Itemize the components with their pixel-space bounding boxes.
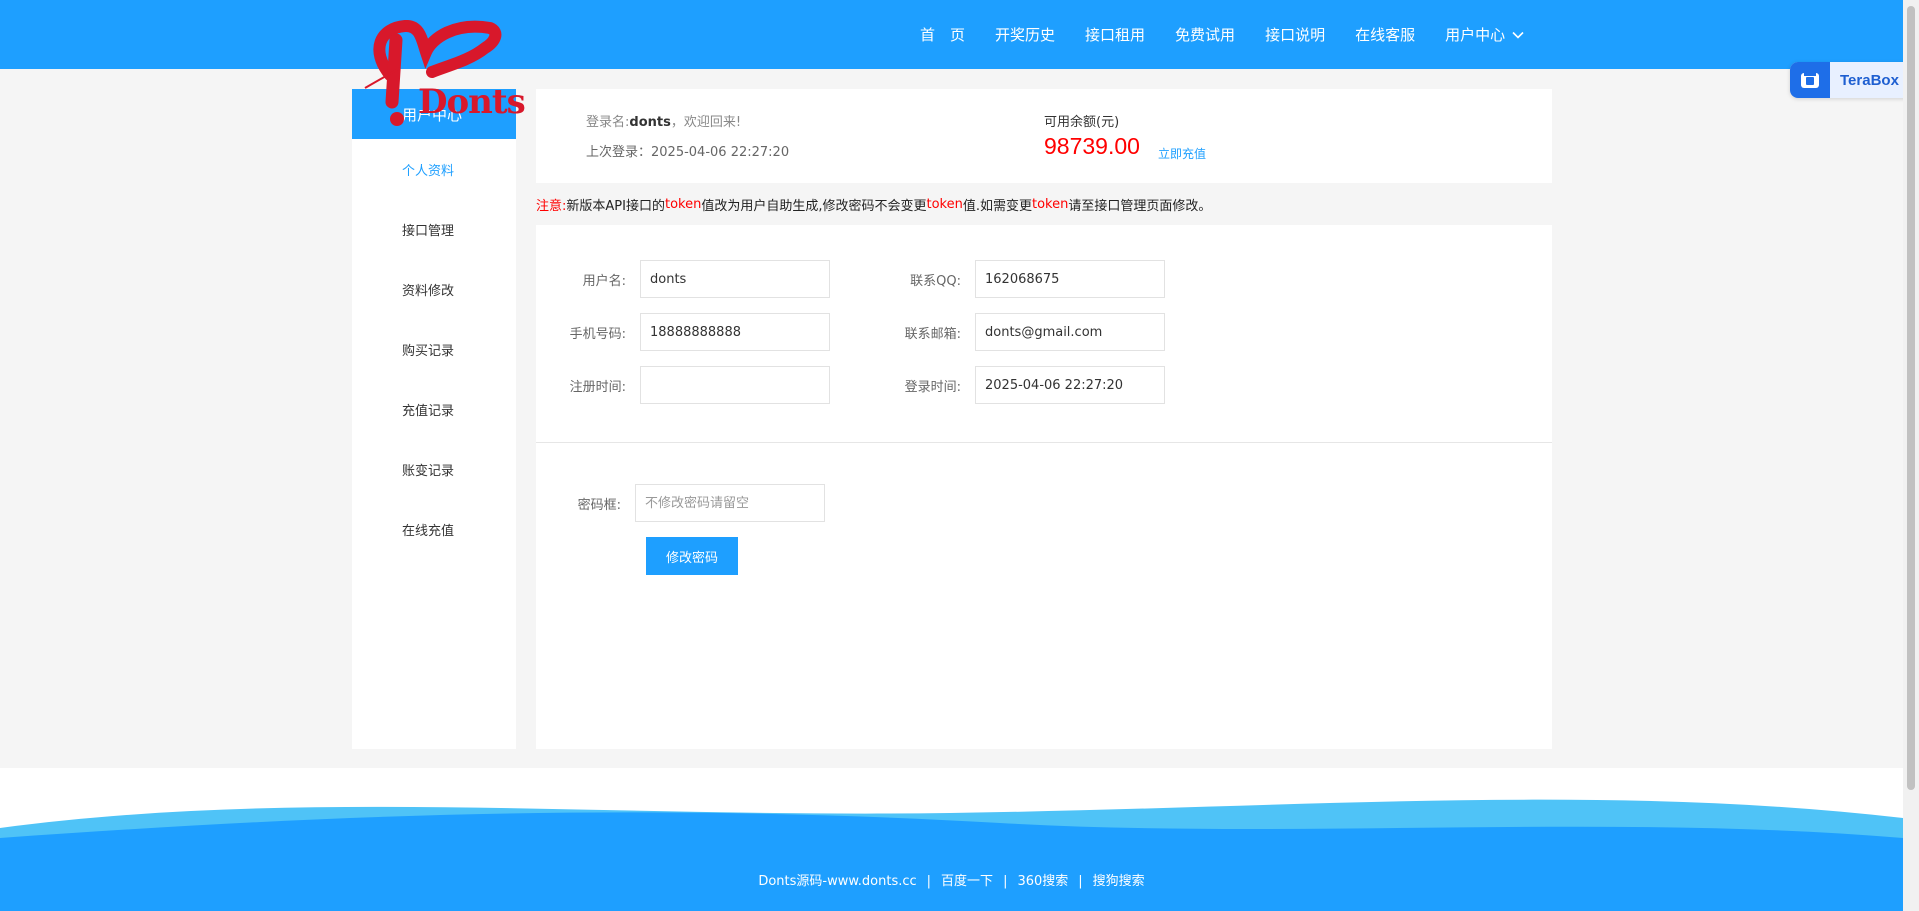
notice-token-1: token (664, 196, 702, 212)
change-password-button[interactable]: 修改密码 (646, 537, 738, 575)
footer-separator: | (1078, 874, 1083, 889)
terabox-label: TeraBox (1840, 71, 1899, 89)
footer: Donts源码-www.donts.cc | 百度一下 | 360搜索 | 搜狗搜索 (0, 768, 1903, 911)
sidebar-item-balance-changes[interactable]: 账变记录 (352, 439, 516, 499)
notice-part-1: 新版本API接口的 (566, 198, 665, 214)
sidebar-item-purchase-records[interactable]: 购买记录 (352, 319, 516, 379)
row-qq: 联系QQ: (871, 260, 1165, 298)
login-time-label: 登录时间: (904, 379, 961, 395)
phone-input[interactable] (640, 313, 830, 351)
main-nav: 首 页 开奖历史 接口租用 免费试用 接口说明 在线客服 用户中心 (920, 0, 1555, 69)
notice-part-3: 值.如需变更 (962, 198, 1032, 214)
footer-separator: | (1003, 874, 1008, 889)
form-divider (536, 442, 1552, 443)
reg-time-label: 注册时间: (569, 379, 626, 395)
footer-wave-graphic (0, 799, 1903, 911)
balance-value: 98739.00 (1044, 133, 1140, 159)
footer-link-baidu[interactable]: 百度一下 (941, 874, 993, 889)
sidebar-item-profile[interactable]: 个人资料 (352, 139, 516, 199)
sidebar-item-api-management[interactable]: 接口管理 (352, 199, 516, 259)
nav-api-docs[interactable]: 接口说明 (1265, 24, 1325, 45)
footer-link-donts[interactable]: Donts源码-www.donts.cc (758, 874, 916, 889)
profile-form: 用户名: 联系QQ: 手机号码: 联系邮箱: 注册时间: 登录时间: 密码框: (536, 225, 1552, 749)
row-email: 联系邮箱: (871, 313, 1165, 351)
recharge-now-link[interactable]: 立即充值 (1158, 145, 1206, 162)
nav-free-trial[interactable]: 免费试用 (1175, 24, 1235, 45)
notice-part-2: 值改为用户自助生成,修改密码不会变更 (701, 198, 927, 214)
balance-label: 可用余额(元) (1044, 115, 1120, 130)
login-time-input[interactable] (975, 366, 1165, 404)
sidebar-item-online-recharge[interactable]: 在线充值 (352, 499, 516, 559)
footer-link-360[interactable]: 360搜索 (1017, 874, 1068, 889)
page-scrollbar[interactable] (1903, 0, 1919, 911)
user-sidebar: 用户中心 个人资料 接口管理 资料修改 购买记录 充值记录 账变记录 在线充值 (352, 89, 516, 749)
row-reg-time: 注册时间: (536, 366, 830, 404)
notice-part-4: 请至接口管理页面修改。 (1068, 198, 1212, 214)
site-logo[interactable]: Donts (360, 20, 526, 130)
row-phone: 手机号码: (536, 313, 830, 351)
token-notice: 注意: 新版本API接口的 token 值改为用户自助生成,修改密码不会变更 t… (536, 183, 1552, 225)
main-content: 登录名:donts，欢迎回来! 上次登录：2025-04-06 22:27:20… (536, 89, 1552, 749)
notice-token-2: token (926, 196, 963, 212)
login-username: donts (629, 115, 671, 130)
last-login-time: 2025-04-06 22:27:20 (651, 145, 790, 160)
scrollbar-thumb[interactable] (1907, 6, 1915, 790)
footer-links: Donts源码-www.donts.cc | 百度一下 | 360搜索 | 搜狗搜索 (0, 870, 1903, 889)
account-summary: 登录名:donts，欢迎回来! 上次登录：2025-04-06 22:27:20… (536, 89, 1552, 183)
notice-prefix: 注意: (536, 198, 567, 214)
footer-separator: | (926, 874, 932, 889)
logo-text: Donts (418, 82, 526, 122)
top-nav-bar: 首 页 开奖历史 接口租用 免费试用 接口说明 在线客服 用户中心 (0, 0, 1919, 69)
qq-input[interactable] (975, 260, 1165, 298)
last-login-line: 上次登录：2025-04-06 22:27:20 (586, 141, 789, 160)
terabox-icon (1790, 62, 1830, 98)
row-password: 密码框: (531, 484, 825, 522)
sidebar-item-edit-profile[interactable]: 资料修改 (352, 259, 516, 319)
nav-api-rental[interactable]: 接口租用 (1085, 24, 1145, 45)
login-name-prefix: 登录名: (586, 115, 630, 130)
qq-label: 联系QQ: (910, 273, 961, 289)
email-input[interactable] (975, 313, 1165, 351)
login-name-line: 登录名:donts，欢迎回来! (586, 111, 741, 130)
email-label: 联系邮箱: (904, 326, 961, 342)
nav-user-center-label: 用户中心 (1445, 26, 1506, 44)
username-label: 用户名: (582, 273, 626, 289)
password-input[interactable] (635, 484, 825, 522)
sidebar-item-recharge-records[interactable]: 充值记录 (352, 379, 516, 439)
chevron-down-icon (1512, 31, 1524, 39)
reg-time-input[interactable] (640, 366, 830, 404)
notice-token-3: token (1031, 196, 1069, 212)
nav-online-support[interactable]: 在线客服 (1355, 24, 1415, 45)
phone-label: 手机号码: (569, 326, 626, 342)
password-label: 密码框: (577, 497, 621, 513)
nav-home[interactable]: 首 页 (920, 24, 965, 45)
footer-link-sogou[interactable]: 搜狗搜索 (1093, 874, 1145, 889)
nav-draw-history[interactable]: 开奖历史 (995, 24, 1055, 45)
last-login-label: 上次登录： (586, 145, 652, 160)
username-input[interactable] (640, 260, 830, 298)
row-username: 用户名: (536, 260, 830, 298)
nav-user-center[interactable]: 用户中心 (1445, 24, 1525, 45)
row-login-time: 登录时间: (871, 366, 1165, 404)
terabox-widget[interactable]: TeraBox (1790, 62, 1912, 98)
welcome-text: ，欢迎回来! (670, 115, 742, 130)
